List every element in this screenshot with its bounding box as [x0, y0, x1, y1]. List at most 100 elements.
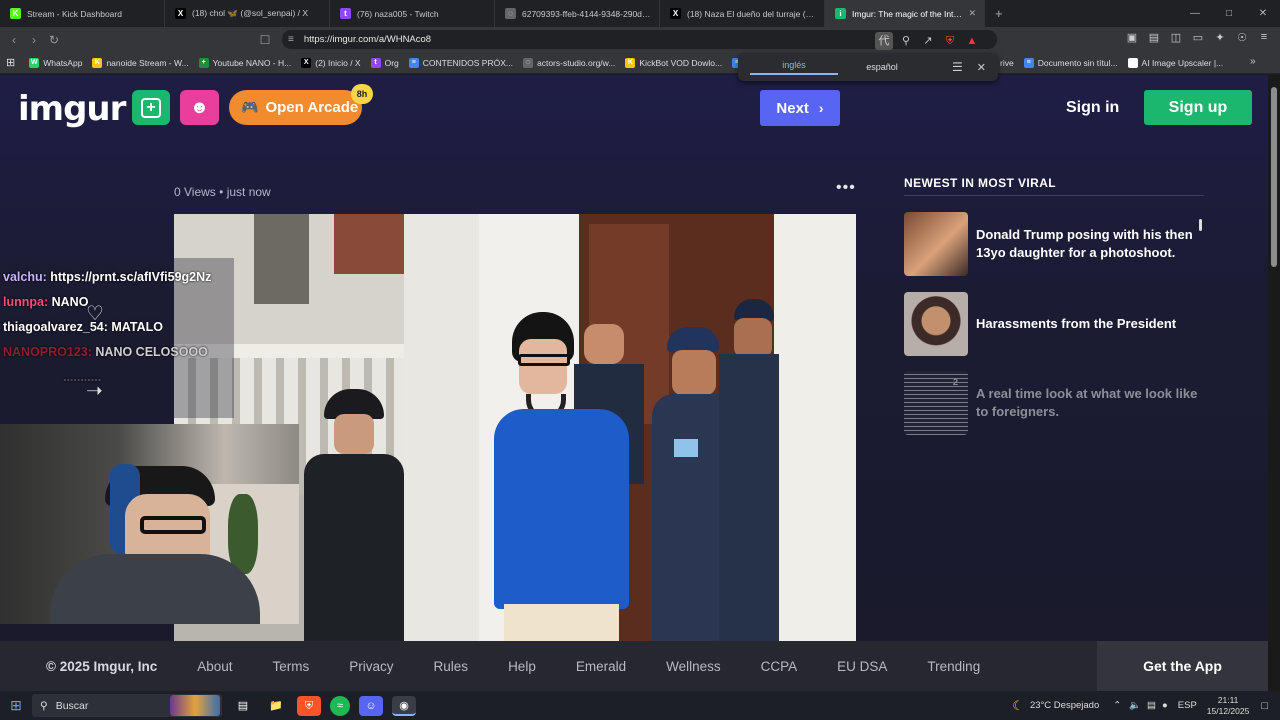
spotify-icon[interactable]: ≈ [330, 695, 350, 716]
system-tray: ☾ 23°C Despejado ⌃ 🔈 ▤ ● ESP 21:11 15/12… [1012, 691, 1280, 720]
sign-in-link[interactable]: Sign in [1066, 99, 1119, 117]
browser-tab[interactable]: t (76) naza005 - Twitch [330, 0, 495, 27]
viral-post[interactable]: Donald Trump posing with his then 13yo d… [904, 212, 1204, 276]
wallet-icon[interactable]: ▤ [1146, 31, 1162, 44]
viral-post[interactable]: Harassments from the President [904, 292, 1204, 356]
moon-icon: ☾ [1012, 697, 1024, 713]
more-options-icon[interactable]: ••• [836, 179, 856, 197]
translate-icon[interactable]: 代 [875, 32, 893, 50]
site-info-icon[interactable]: ≡ [288, 34, 294, 45]
viral-post[interactable]: 2 A real time look at what we look like … [904, 371, 1204, 435]
back-icon[interactable]: ‹ [4, 33, 24, 47]
next-button[interactable]: Next › [760, 90, 840, 126]
footer-link-privacy[interactable]: Privacy [349, 659, 393, 674]
vpn-icon[interactable]: ☉ [1234, 31, 1250, 44]
bookmark-item[interactable]: AI AI Image Upscaler |... [1127, 58, 1223, 68]
menu-icon[interactable]: ≡ [1256, 31, 1272, 44]
minimize-icon[interactable]: — [1178, 0, 1212, 27]
bookmark-item[interactable]: + Youtube NANO - H... [198, 57, 291, 68]
footer-link-wellness[interactable]: Wellness [666, 659, 721, 674]
taskbar-search[interactable]: ⚲ Buscar [32, 694, 222, 717]
bookmark-item[interactable]: K KickBot VOD Dowlo... [625, 57, 723, 68]
bookmark-item[interactable]: W WhatsApp [29, 57, 82, 68]
footer-link-eu-dsa[interactable]: EU DSA [837, 659, 887, 674]
extensions-icon[interactable]: ▣ [1124, 31, 1140, 44]
weather-text[interactable]: 23°C Despejado [1030, 700, 1099, 711]
network-icon[interactable]: ▤ [1147, 700, 1156, 711]
close-window-icon[interactable]: ✕ [1246, 0, 1280, 27]
browser-tab[interactable]: ◌ 62709393-ffeb-4144-9348-290d93d… [495, 0, 660, 27]
sidebar-scroll-indicator[interactable] [1199, 219, 1202, 231]
close-tab-icon[interactable]: ✕ [968, 8, 976, 19]
clock[interactable]: 21:11 15/12/2025 [1207, 695, 1250, 717]
open-arcade-button[interactable]: 🎮 Open Arcade [229, 90, 362, 125]
obs-icon[interactable]: ◉ [392, 695, 416, 716]
bookmark-item[interactable]: ◌ actors-studio.org/w... [522, 57, 615, 68]
bookmark-item[interactable]: ≡ CONTENIDOS PRÓX... [408, 57, 513, 68]
maximize-icon[interactable]: □ [1212, 0, 1246, 27]
brave-icon[interactable]: ⛨ [297, 695, 321, 716]
file-explorer-icon[interactable]: 📁 [264, 696, 288, 716]
clock-date: 15/12/2025 [1206, 705, 1250, 716]
bookmark-icon[interactable]: ☐ [255, 33, 275, 47]
chevron-up-icon[interactable]: ⌃ [1113, 700, 1121, 711]
new-post-button[interactable]: + [132, 90, 170, 125]
apps-icon[interactable]: ⊞ [6, 56, 15, 69]
meme-generator-button[interactable]: ☻ [180, 90, 219, 125]
bookmark-label: (2) Inicio / X [315, 57, 361, 68]
footer-link-rules[interactable]: Rules [434, 659, 469, 674]
page-scrollbar[interactable] [1268, 75, 1280, 691]
more-bookmarks-icon[interactable]: » [1250, 56, 1256, 67]
imgur-logo[interactable]: imgur [18, 89, 126, 129]
close-icon[interactable]: ✕ [977, 61, 986, 74]
browser-tab[interactable]: X (18) chol 🦋 (@sol_senpai) / X [165, 0, 330, 27]
browser-tab[interactable]: X (18) Naza El dueño del turraje (@Ma… [660, 0, 825, 27]
microphone-icon[interactable]: ● [1162, 700, 1168, 711]
address-bar[interactable]: ≡ https://imgur.com/a/WHNAco8 代 ⚲ ↗ ⛨ ▲ [282, 30, 997, 50]
sidebar-icon[interactable]: ◫ [1168, 31, 1184, 44]
task-view-icon[interactable]: ▤ [231, 696, 255, 716]
target-language-tab[interactable]: español [838, 62, 926, 72]
browser-tab[interactable]: K Stream - Kick Dashboard [0, 0, 165, 27]
footer-link-emerald[interactable]: Emerald [576, 659, 626, 674]
brave-shield-icon[interactable]: ⛨ [941, 32, 959, 50]
arrow-right-icon[interactable]: ➝ [86, 378, 103, 403]
bookmark-item[interactable]: Knanoide Stream - W... [92, 57, 189, 68]
footer-link-ccpa[interactable]: CCPA [761, 659, 798, 674]
sidebar-divider [904, 195, 1204, 196]
footer-link-terms[interactable]: Terms [273, 659, 310, 674]
zoom-icon[interactable]: ⚲ [897, 32, 915, 50]
bookmark-item[interactable]: ≡ Documento sin títul... [1023, 58, 1118, 68]
notification-icon[interactable]: □ [1261, 700, 1268, 712]
forward-icon[interactable]: › [24, 33, 44, 47]
bookmark-item[interactable]: X (2) Inicio / X [301, 57, 361, 68]
bookmark-label: CONTENIDOS PRÓX... [422, 57, 513, 68]
windows-start-icon[interactable]: ⊞ [0, 697, 32, 714]
chat-message: thiagoalvarez_54: MATALO [3, 320, 163, 334]
arcade-badge: 8h [351, 84, 373, 104]
language-indicator[interactable]: ESP [1178, 700, 1197, 711]
bookmark-item[interactable]: rive [1000, 58, 1014, 68]
get-app-button[interactable]: Get the App [1097, 641, 1268, 691]
source-language-tab[interactable]: inglés [750, 60, 838, 75]
bookmark-item[interactable]: t Org [370, 57, 399, 68]
brave-rewards-icon[interactable]: ▲ [963, 32, 981, 50]
share-icon[interactable]: ↗ [919, 32, 937, 50]
heart-icon[interactable]: ♡ [86, 301, 104, 326]
reload-icon[interactable]: ↻ [44, 33, 64, 47]
footer-link-about[interactable]: About [197, 659, 232, 674]
leo-ai-icon[interactable]: ✦ [1212, 31, 1228, 44]
sign-up-button[interactable]: Sign up [1144, 90, 1252, 125]
volume-icon[interactable]: 🔈 [1129, 700, 1141, 711]
footer-link-trending[interactable]: Trending [927, 659, 980, 674]
tab-favicon-icon: X [175, 8, 186, 19]
footer-link-help[interactable]: Help [508, 659, 536, 674]
plus-icon: + [141, 97, 161, 118]
scrollbar-thumb[interactable] [1271, 87, 1277, 267]
new-tab-button[interactable]: + [995, 6, 1003, 21]
discord-icon[interactable]: ☺ [359, 695, 383, 716]
translate-menu-icon[interactable]: ☰ [952, 60, 963, 74]
bookmark-label: KickBot VOD Dowlo... [639, 57, 723, 68]
browser-tab[interactable]: i Imgur: The magic of the Internet ✕ [825, 0, 985, 27]
reading-list-icon[interactable]: ▭ [1190, 31, 1206, 44]
